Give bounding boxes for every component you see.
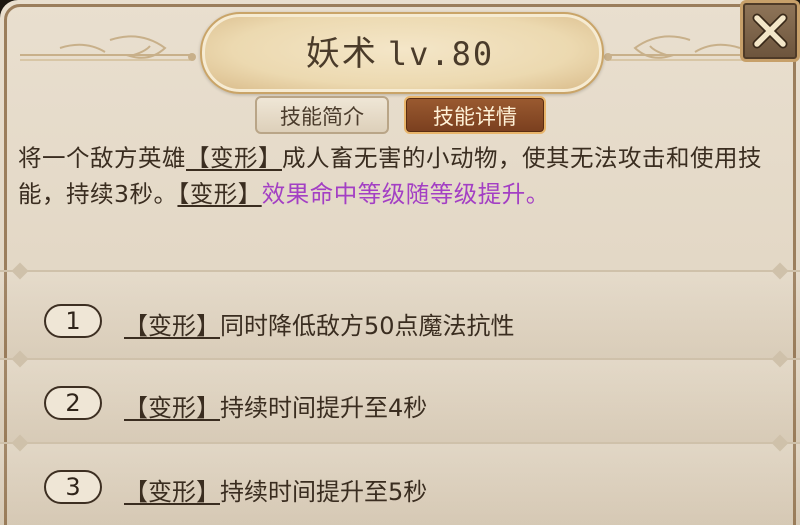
upgrade-keyword[interactable]: 【变形】 (124, 478, 220, 506)
upgrade-keyword[interactable]: 【变形】 (124, 394, 220, 422)
upgrade-number-badge: 2 (44, 386, 102, 420)
skill-name: 妖术 (305, 34, 378, 74)
skill-description: 将一个敌方英雄【变形】成人畜无害的小动物，使其无法攻击和使用技能，持续3秒。【变… (18, 140, 788, 212)
desc-text-purple: 效果命中等级随等级提升。 (261, 180, 550, 208)
tab-skill-intro[interactable]: 技能简介 (255, 96, 389, 134)
upgrade-row: 1 【变形】同时降低敌方50点魔法抗性 (0, 262, 800, 358)
skill-detail-panel: 妖术 lv.80 技能简介 技能详情 将一个敌方英雄【变形】成人畜无害的小动物，使… (0, 0, 800, 525)
desc-keyword-transform[interactable]: 【变形】 (186, 144, 282, 172)
skill-title: 妖术 lv.80 (200, 26, 600, 75)
upgrade-number-badge: 1 (44, 304, 102, 338)
upgrade-row: 3 【变形】持续时间提升至5秒 (0, 434, 800, 525)
upgrade-desc: 同时降低敌方50点魔法抗性 (220, 312, 515, 340)
skill-level: lv.80 (387, 35, 495, 73)
upgrade-row: 2 【变形】持续时间提升至4秒 (0, 350, 800, 442)
upgrade-number-badge: 3 (44, 470, 102, 504)
close-button[interactable] (740, 0, 800, 62)
upgrade-desc: 持续时间提升至4秒 (220, 394, 428, 422)
desc-keyword-transform-2[interactable]: 【变形】 (177, 180, 261, 208)
close-x-icon (752, 13, 788, 49)
upgrade-text: 【变形】持续时间提升至4秒 (124, 388, 427, 423)
upgrade-text: 【变形】同时降低敌方50点魔法抗性 (124, 306, 515, 341)
upgrade-list: 1 【变形】同时降低敌方50点魔法抗性 2 【变形】持续时间提升至4秒 3 【变… (0, 262, 800, 525)
tab-skill-detail[interactable]: 技能详情 (404, 96, 546, 134)
upgrade-text: 【变形】持续时间提升至5秒 (124, 472, 427, 507)
desc-text-1: 将一个敌方英雄 (18, 144, 186, 172)
header: 妖术 lv.80 (0, 0, 800, 94)
upgrade-desc: 持续时间提升至5秒 (220, 478, 428, 506)
upgrade-keyword[interactable]: 【变形】 (124, 312, 220, 340)
